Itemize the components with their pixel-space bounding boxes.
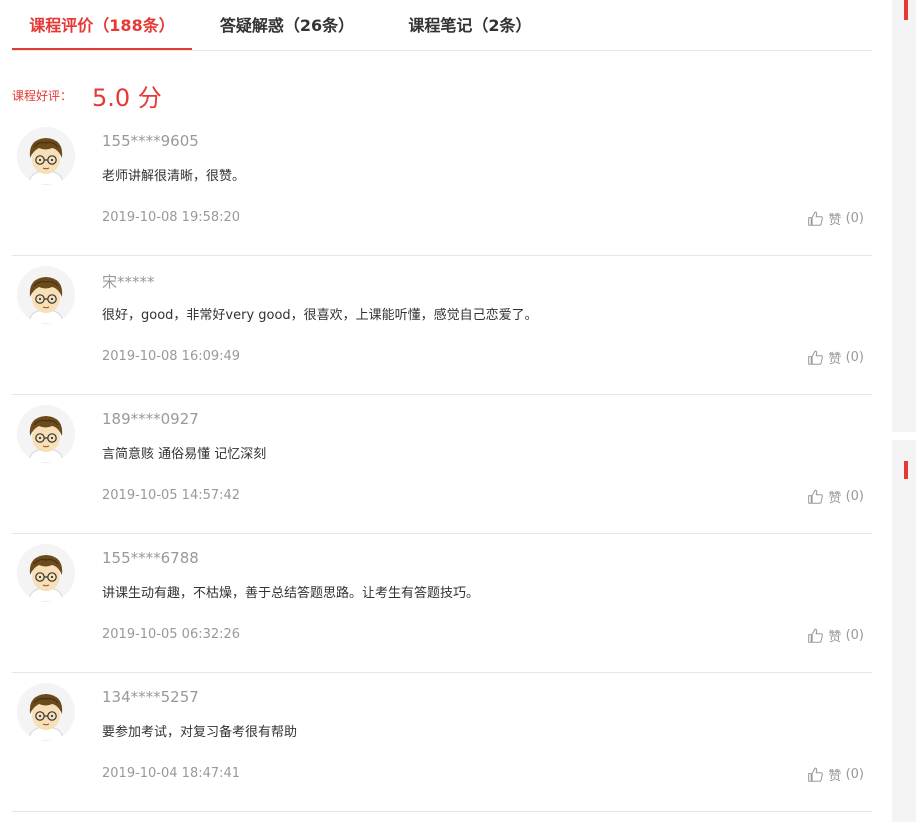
tab-course-reviews[interactable]: 课程评价（188条） [12,0,192,50]
review-time: 2019-10-05 14:57:42 [102,488,241,503]
avatar-image [17,405,75,463]
like-count: (0) [845,489,864,504]
rating-label: 课程好评： [12,89,73,103]
thumbs-up-icon [808,350,824,365]
thumbs-up-icon [808,489,824,504]
review-text: 要参加考试，对复习备考很有帮助 [102,725,298,740]
course-feedback-panel: 课程评价（188条） 答疑解惑（26条） 课程笔记（2条） 课程好评： 5.0 … [0,0,872,822]
avatar-image [17,683,75,741]
review-text: 很好，good，非常好very good，很喜欢，上课能听懂，感觉自己恋爱了。 [102,308,538,323]
reviewer-name: 134****5257 [102,688,199,706]
like-button[interactable]: 赞 (0) [807,348,864,368]
like-button[interactable]: 赞 (0) [807,209,864,229]
tab-q-and-a[interactable]: 答疑解惑（26条） [212,0,362,48]
right-sidebar [892,0,916,822]
avatar-image [17,544,75,602]
like-label: 赞 [828,769,842,784]
reviewer-name: 宋***** [102,273,155,291]
thumbs-up-icon [808,767,824,782]
reviewer-name: 155****9605 [102,132,199,150]
like-button[interactable]: 赞 (0) [807,765,864,785]
review-item: 189****0927 言简意赅 通俗易懂 记忆深刻 2019-10-05 14… [12,395,872,534]
sidebar-accent-marker [904,461,908,479]
like-label: 赞 [828,491,842,506]
review-item: 155****9605 老师讲解很清晰，很赞。 2019-10-08 19:58… [12,117,872,256]
review-text: 老师讲解很清晰，很赞。 [102,169,246,184]
user-avatar[interactable] [17,127,75,185]
user-avatar[interactable] [17,266,75,324]
like-count: (0) [845,767,864,782]
rating-value: 5.0 分 [92,84,162,112]
review-time: 2019-10-04 18:47:41 [102,766,241,781]
user-avatar[interactable] [17,683,75,741]
review-text: 言简意赅 通俗易懂 记忆深刻 [102,447,267,462]
like-label: 赞 [828,630,842,645]
review-text: 讲课生动有趣，不枯燥，善于总结答题思路。让考生有答题技巧。 [102,586,480,601]
thumbs-up-icon [808,211,824,226]
tab-bar: 课程评价（188条） 答疑解惑（26条） 课程笔记（2条） [12,0,872,51]
review-time: 2019-10-05 06:32:26 [102,627,241,642]
user-avatar[interactable] [17,544,75,602]
like-label: 赞 [828,352,842,367]
sidebar-accent-marker [904,0,908,20]
review-item: 宋***** 很好，good，非常好very good，很喜欢，上课能听懂，感觉… [12,256,872,395]
review-item: 155****6788 讲课生动有趣，不枯燥，善于总结答题思路。让考生有答题技巧… [12,534,872,673]
tab-course-notes[interactable]: 课程笔记（2条） [405,0,535,48]
like-button[interactable]: 赞 (0) [807,626,864,646]
reviewer-name: 189****0927 [102,410,199,428]
like-count: (0) [845,628,864,643]
like-count: (0) [845,211,864,226]
like-label: 赞 [828,213,842,228]
review-time: 2019-10-08 16:09:49 [102,349,241,364]
like-count: (0) [845,350,864,365]
review-item: 134****5257 要参加考试，对复习备考很有帮助 2019-10-04 1… [12,673,872,812]
reviewer-name: 155****6788 [102,549,199,567]
avatar-image [17,127,75,185]
sidebar-divider [892,432,916,440]
user-avatar[interactable] [17,405,75,463]
like-button[interactable]: 赞 (0) [807,487,864,507]
review-time: 2019-10-08 19:58:20 [102,210,241,225]
thumbs-up-icon [808,628,824,643]
avatar-image [17,266,75,324]
